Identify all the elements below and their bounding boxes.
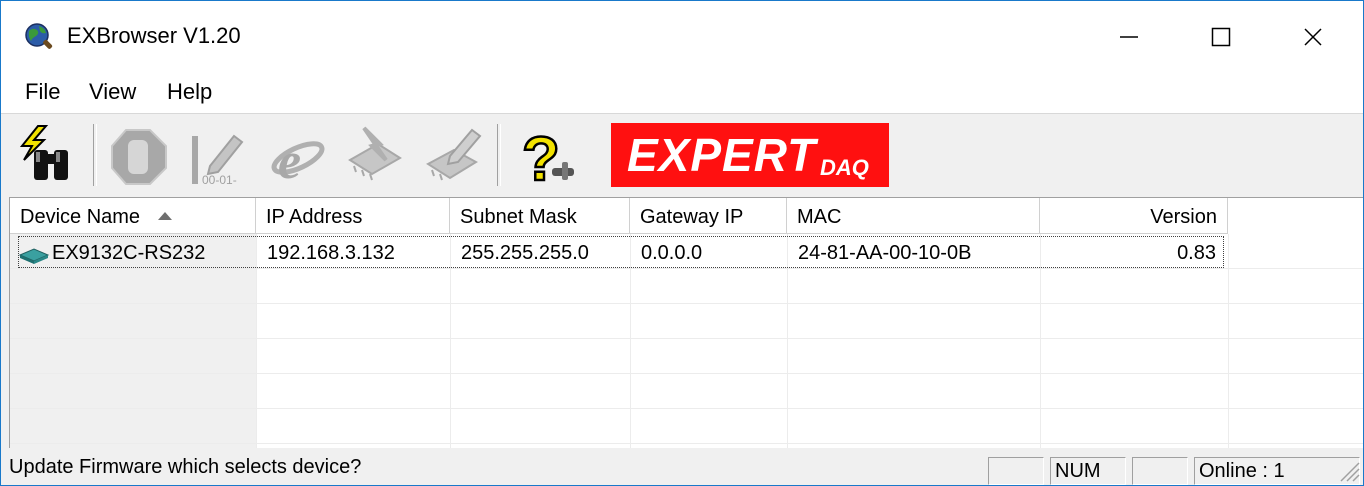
menu-view[interactable]: View (85, 79, 140, 105)
ip-config-icon: 00-01- (192, 134, 244, 187)
title-bar[interactable]: EXBrowser V1.20 (1, 1, 1363, 73)
grid-line (1228, 234, 1229, 448)
status-pane-blank (1132, 457, 1188, 485)
cell-device-name: EX9132C-RS232 (52, 242, 206, 264)
stop-hand-icon (111, 129, 167, 185)
logo-sub-text: DAQ (820, 155, 869, 180)
binoculars-lightning-icon (19, 125, 68, 180)
cell-subnet-mask: 255.255.255.0 (461, 242, 589, 264)
resize-grip-icon[interactable] (1335, 457, 1361, 483)
column-header-device-name[interactable]: Device Name (10, 198, 256, 234)
help-button[interactable]: ? (505, 120, 585, 190)
device-list[interactable]: Device Name IP Address Subnet Mask Gatew… (9, 197, 1363, 448)
app-globe-magnifier-icon (25, 23, 53, 49)
status-pane-num: NUM (1050, 457, 1126, 485)
list-header: Device Name IP Address Subnet Mask Gatew… (10, 198, 1363, 234)
column-header-ip-address[interactable]: IP Address (256, 198, 450, 234)
status-message: Update Firmware which selects device? (9, 456, 362, 478)
menu-file[interactable]: File (21, 79, 64, 105)
grid-line (10, 373, 1363, 374)
svg-text:e: e (278, 133, 301, 188)
column-header-subnet-mask[interactable]: Subnet Mask (450, 198, 630, 234)
menu-bar: File View Help (1, 73, 1363, 113)
window-title: EXBrowser V1.20 (67, 23, 241, 48)
maximize-button[interactable] (1175, 1, 1267, 73)
chip-update-icon (348, 126, 402, 181)
cell-version: 0.83 (1177, 242, 1216, 264)
column-header-label: Device Name (20, 206, 141, 228)
help-question-icon: ? (521, 124, 574, 188)
column-header-version[interactable]: Version (1040, 198, 1228, 234)
stop-button[interactable] (101, 120, 177, 190)
close-button[interactable] (1267, 1, 1359, 73)
menu-help[interactable]: Help (163, 79, 216, 105)
network-device-icon (18, 248, 50, 264)
svg-text:?: ? (522, 125, 560, 188)
cell-mac: 24-81-AA-00-10-0B (798, 242, 972, 264)
column-header-mac[interactable]: MAC (787, 198, 1040, 234)
search-devices-button[interactable] (11, 120, 87, 190)
minimize-button[interactable] (1083, 1, 1175, 73)
toolbar-separator (497, 124, 501, 186)
column-header-gateway-ip[interactable]: Gateway IP (630, 198, 787, 234)
grid-line (10, 338, 1363, 339)
web-browser-button[interactable]: e (259, 120, 335, 190)
chip-config-icon (426, 128, 482, 181)
toolbar: 00-01- e ? EXPERT DAQ (1, 113, 1363, 196)
cell-gateway-ip: 0.0.0.0 (641, 242, 703, 264)
cell-ip-address: 192.168.3.132 (267, 242, 395, 264)
minimize-icon (1120, 36, 1138, 38)
svg-text:00-01-: 00-01- (202, 173, 237, 187)
expert-daq-logo: EXPERT DAQ (611, 123, 889, 187)
sort-ascending-icon (158, 212, 173, 220)
update-firmware-button[interactable] (337, 120, 413, 190)
grid-line (10, 443, 1363, 444)
internet-explorer-icon: e (271, 133, 325, 188)
logo-main-text: EXPERT (627, 129, 817, 181)
close-icon (1304, 28, 1322, 46)
grid-line (10, 303, 1363, 304)
toolbar-separator (93, 124, 97, 186)
app-window: EXBrowser V1.20 File View Help 00-01- e … (0, 0, 1364, 486)
status-pane-blank (988, 457, 1044, 485)
grid-line (10, 408, 1363, 409)
set-ip-button[interactable]: 00-01- (181, 120, 257, 190)
maximize-icon (1211, 27, 1231, 47)
status-bar: Update Firmware which selects device? NU… (1, 448, 1363, 485)
config-chip-button[interactable] (415, 120, 491, 190)
